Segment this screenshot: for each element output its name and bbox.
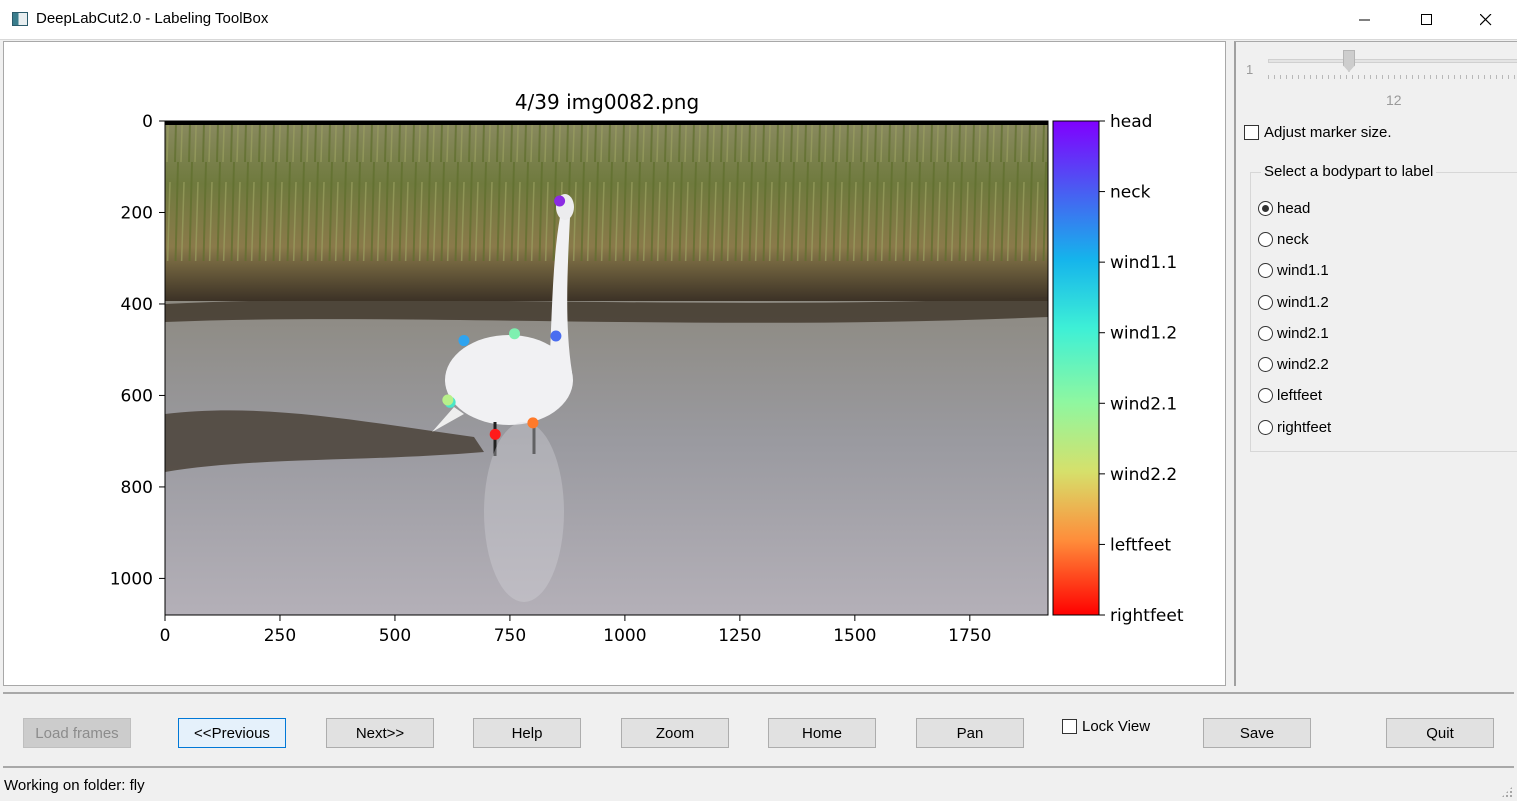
lock-view-label: Lock View [1082,718,1151,735]
slider-handle[interactable] [1343,50,1355,72]
plot-title: 4/39 img0082.png [515,90,699,114]
radio-label: wind2.1 [1277,325,1329,342]
radio-leftfeet[interactable]: leftfeet [1258,387,1322,404]
close-icon [1480,14,1492,26]
radio-label: wind2.2 [1277,356,1329,373]
frame-image[interactable] [165,121,1048,615]
radio-label: neck [1277,231,1309,248]
radio-label: wind1.1 [1277,262,1329,279]
marker-rightfeet[interactable] [489,428,501,440]
y-tick-label: 1000 [110,569,153,589]
radio-button[interactable] [1258,201,1273,216]
radio-wind2-1[interactable]: wind2.1 [1258,325,1329,342]
x-tick-label: 1250 [718,626,761,646]
radio-button[interactable] [1258,263,1273,278]
colorbar-label: wind1.1 [1110,253,1177,273]
colorbar-label: head [1110,112,1152,132]
x-tick-label: 1500 [833,626,876,646]
colorbar-label: wind2.1 [1110,394,1177,414]
radio-label: head [1277,200,1311,217]
y-tick-label: 400 [121,295,153,315]
home-button[interactable]: Home [768,718,876,748]
right-control-panel: 1 12 Adjust marker size. Select a bodypa… [1234,41,1517,686]
colorbar-label: leftfeet [1110,535,1171,555]
y-tick-label: 600 [121,386,153,406]
checkbox-box[interactable] [1244,125,1259,140]
slider-value-label: 12 [1386,92,1402,108]
colorbar-label: wind1.2 [1110,324,1177,344]
colorbar-label: neck [1110,183,1151,203]
radio-wind2-2[interactable]: wind2.2 [1258,356,1329,373]
previous-button[interactable]: <<Previous [178,718,286,748]
app-window-icon [12,12,28,26]
radio-label: leftfeet [1277,387,1323,404]
colorbar-labels: head neck wind1.1 wind1.2 wind2.1 wind2.2 left… [1099,112,1184,626]
marker-neck[interactable] [550,330,562,342]
bodypart-group: Select a bodypart to label head neck win… [1250,163,1517,452]
window-title: DeepLabCut2.0 - Labeling ToolBox [36,10,269,27]
save-button[interactable]: Save [1203,718,1311,748]
radio-neck[interactable]: neck [1258,231,1309,248]
y-tick-label: 0 [142,112,153,132]
lock-view-checkbox[interactable]: Lock View [1062,718,1150,735]
marker-head[interactable] [554,195,566,207]
x-tick-label: 750 [494,626,526,646]
colorbar-label: wind2.2 [1110,465,1177,485]
slider-min-label: 1 [1246,62,1254,77]
radio-rightfeet[interactable]: rightfeet [1258,419,1331,436]
radio-button[interactable] [1258,357,1273,372]
radio-button[interactable] [1258,420,1273,435]
x-tick-label: 0 [160,626,171,646]
y-axis: 0 200 400 600 800 1000 [110,112,165,589]
maximize-button[interactable] [1398,0,1456,40]
colorbar-label: rightfeet [1110,606,1184,626]
radio-button[interactable] [1258,232,1273,247]
status-text: Working on folder: fly [4,777,145,794]
pan-button[interactable]: Pan [916,718,1024,748]
radio-wind1-2[interactable]: wind1.2 [1258,294,1329,311]
maximize-icon [1421,14,1432,25]
marker-wind2-2[interactable] [442,394,454,406]
adjust-marker-size-checkbox[interactable]: Adjust marker size. [1244,124,1392,141]
radio-button[interactable] [1258,295,1273,310]
x-tick-label: 1750 [948,626,991,646]
next-button[interactable]: Next>> [326,718,434,748]
status-bar: Working on folder: fly [0,770,1517,801]
title-bar: DeepLabCut2.0 - Labeling ToolBox [0,0,1517,40]
zoom-button[interactable]: Zoom [621,718,729,748]
marker-wind1-2[interactable] [509,328,521,340]
radio-label: wind1.2 [1277,294,1329,311]
close-button[interactable] [1457,0,1515,40]
radio-wind1-1[interactable]: wind1.1 [1258,262,1329,279]
bottom-toolbar: Load frames <<Previous Next>> Help Zoom … [3,692,1514,768]
load-frames-button[interactable]: Load frames [23,718,131,748]
y-tick-label: 200 [121,203,153,223]
marker-leftfeet[interactable] [527,417,539,429]
radio-head[interactable]: head [1258,200,1310,217]
checkbox-box[interactable] [1062,719,1077,734]
help-button[interactable]: Help [473,718,581,748]
marker-wind1-1[interactable] [458,335,470,347]
x-tick-label: 1000 [603,626,646,646]
slider-ticks [1268,75,1517,79]
plot-canvas[interactable]: 0 250 500 750 1000 1250 1500 1750 0 200 400 600 800… [3,41,1226,686]
colorbar [1052,120,1100,616]
panel-splitter[interactable] [1227,41,1234,686]
x-tick-label: 250 [264,626,296,646]
bodypart-group-title: Select a bodypart to label [1261,163,1437,180]
adjust-marker-label: Adjust marker size. [1264,124,1392,141]
radio-label: rightfeet [1277,419,1332,436]
quit-button[interactable]: Quit [1386,718,1494,748]
minimize-button[interactable] [1336,0,1394,40]
radio-button[interactable] [1258,388,1273,403]
y-tick-label: 800 [121,478,153,498]
size-grip-icon[interactable] [1501,786,1513,798]
minimize-icon [1359,19,1370,21]
plot-figure[interactable]: 0 250 500 750 1000 1250 1500 1750 0 200 400 600 800… [4,42,1225,685]
marker-size-slider[interactable] [1268,59,1517,63]
radio-button[interactable] [1258,326,1273,341]
x-axis: 0 250 500 750 1000 1250 1500 1750 [160,615,991,646]
x-tick-label: 500 [379,626,411,646]
